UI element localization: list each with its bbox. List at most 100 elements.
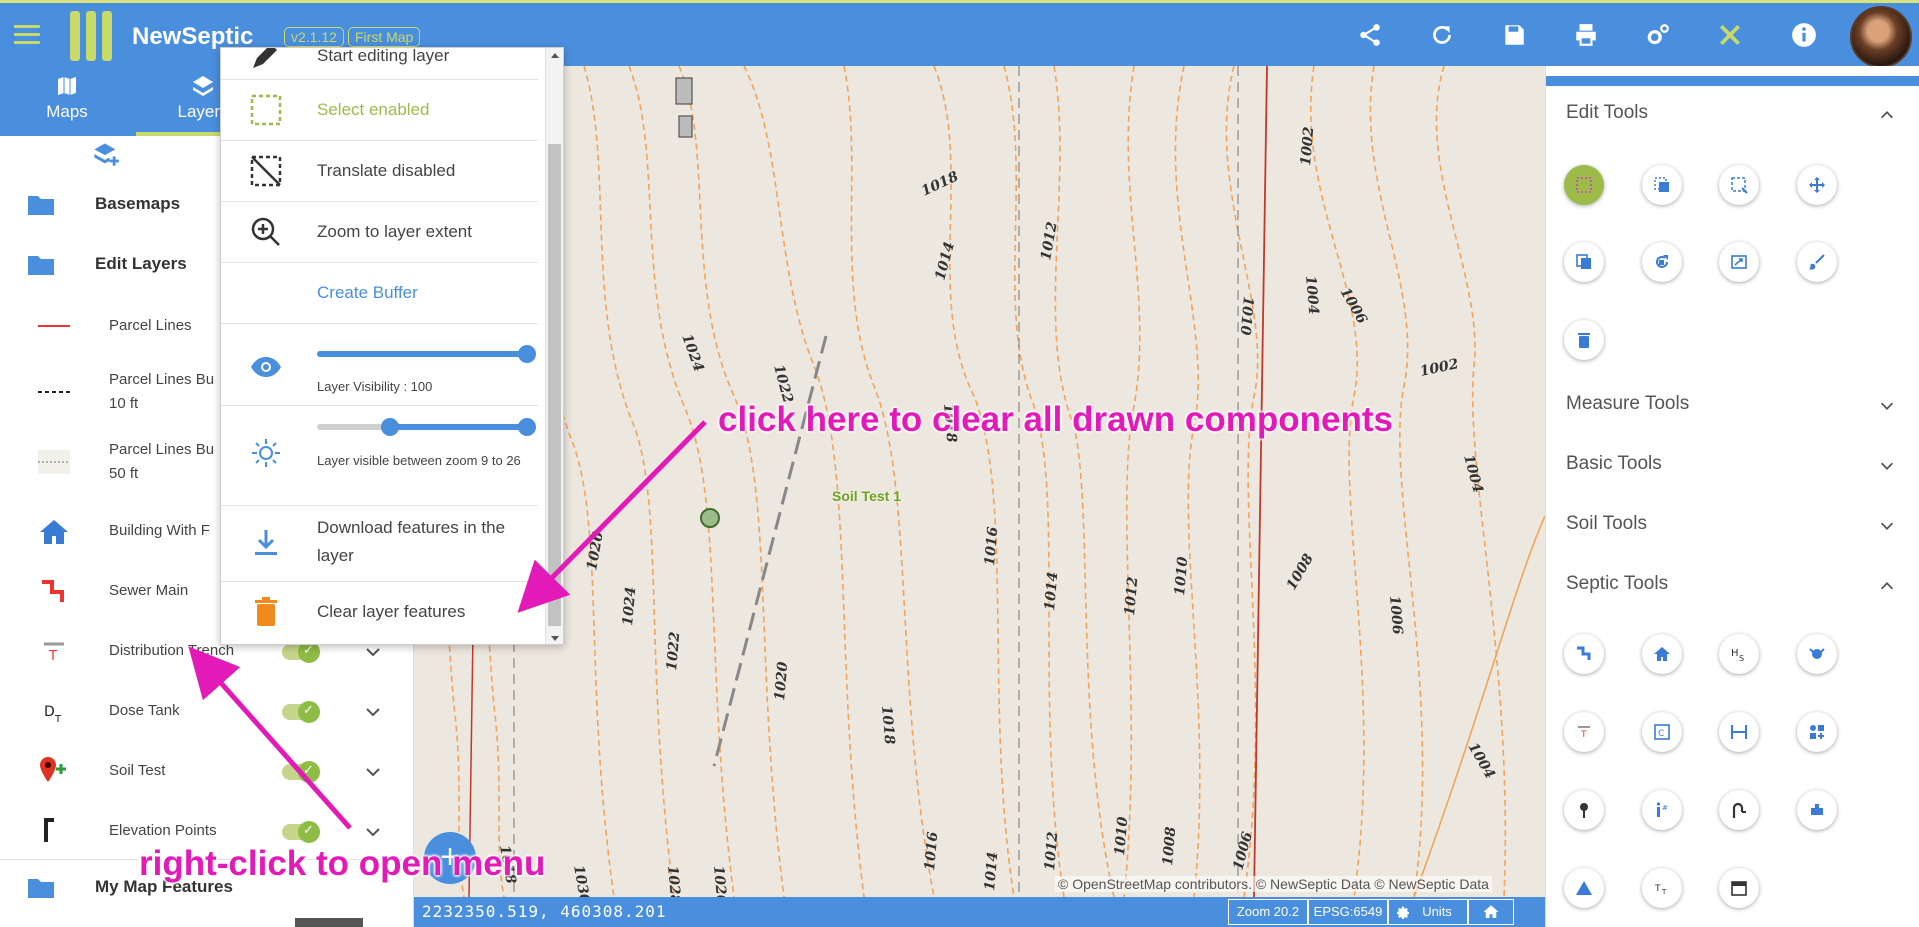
- section-measure-tools[interactable]: Measure Tools: [1566, 393, 1906, 423]
- tools-icon[interactable]: [1714, 19, 1746, 51]
- epsg-code[interactable]: EPSG:6549: [1308, 899, 1388, 925]
- layer-label: Dose Tank: [109, 702, 180, 719]
- svg-text:T: T: [54, 714, 62, 725]
- soil-test-pin-icon: [40, 757, 66, 782]
- menu-item-start-editing[interactable]: Start editing layer: [221, 47, 538, 80]
- add-layer-icon[interactable]: [92, 140, 120, 168]
- tool-select-area[interactable]: [1719, 165, 1759, 205]
- tool-rotate[interactable]: [1642, 242, 1682, 282]
- annotation-menu-hint: right-click to open menu: [139, 844, 546, 883]
- share-icon[interactable]: [1354, 19, 1386, 51]
- svg-text:1012: 1012: [1042, 831, 1061, 871]
- tool-info-marker[interactable]: #: [1642, 790, 1682, 830]
- tool-triangle[interactable]: [1564, 868, 1604, 908]
- chevron-down-icon[interactable]: [1878, 397, 1896, 415]
- svg-text:T: T: [48, 649, 57, 664]
- tool-paint[interactable]: [1797, 242, 1837, 282]
- menu-scroll-thumb[interactable]: [548, 144, 561, 626]
- zoom-range-min-thumb[interactable]: [380, 418, 399, 436]
- tool-pipe-bend[interactable]: [1719, 790, 1759, 830]
- svg-text:1008: 1008: [1160, 826, 1179, 866]
- chevron-down-icon[interactable]: [363, 702, 383, 722]
- units-button[interactable]: Units: [1388, 899, 1468, 925]
- info-icon[interactable]: [1788, 19, 1820, 51]
- menu-item-download[interactable]: Download features in the layer: [221, 506, 538, 582]
- menu-item-select[interactable]: Select enabled: [221, 80, 538, 141]
- user-avatar[interactable]: [1850, 6, 1912, 68]
- section-soil-tools[interactable]: Soil Tools: [1566, 513, 1906, 543]
- menu-item-zoom-extent[interactable]: Zoom to layer extent: [221, 202, 538, 263]
- chevron-up-icon[interactable]: [1878, 577, 1896, 595]
- tool-tree[interactable]: [1564, 790, 1604, 830]
- tool-hs[interactable]: HS: [1719, 634, 1759, 674]
- tool-sewer[interactable]: [1564, 634, 1604, 674]
- refresh-icon[interactable]: [1426, 19, 1458, 51]
- map-name-badge[interactable]: First Map: [348, 27, 421, 47]
- pencil-icon: [253, 48, 277, 68]
- section-basic-tools[interactable]: Basic Tools: [1566, 453, 1906, 483]
- zoom-range-slider[interactable]: [317, 418, 536, 436]
- tank-icon: C: [1654, 724, 1670, 740]
- visibility-slider-thumb[interactable]: [518, 345, 536, 363]
- zoom-level[interactable]: Zoom 20.2: [1228, 899, 1308, 925]
- settings-icon[interactable]: [1642, 19, 1674, 51]
- visibility-value-label: Layer Visibility : 100: [317, 379, 433, 394]
- tool-move[interactable]: [1797, 165, 1837, 205]
- tab-maps[interactable]: Maps: [0, 66, 134, 136]
- tool-house[interactable]: [1642, 634, 1682, 674]
- scroll-up-icon[interactable]: [546, 48, 564, 62]
- menu-item-translate[interactable]: Translate disabled: [221, 141, 538, 202]
- tool-tank[interactable]: C: [1642, 712, 1682, 752]
- zoom-range-max-thumb[interactable]: [518, 418, 536, 436]
- translate-disabled-icon: [250, 155, 282, 187]
- home-button[interactable]: [1468, 899, 1514, 925]
- section-septic-tools[interactable]: Septic Tools: [1566, 573, 1906, 603]
- paint-icon: [1809, 254, 1825, 270]
- menu-item-label: Start editing layer: [317, 47, 450, 65]
- layer-label: Sewer Main: [109, 582, 189, 599]
- layer-label: Parcel Lines: [109, 317, 192, 334]
- chevron-down-icon[interactable]: [363, 762, 383, 782]
- map-canvas[interactable]: 1018 1024 1022 1014 1012 1010 1004 1002 …: [414, 66, 1545, 897]
- tool-dimension[interactable]: [1719, 712, 1759, 752]
- menu-item-clear-features[interactable]: Clear layer features: [221, 582, 538, 643]
- visibility-toggle[interactable]: [282, 641, 320, 663]
- tool-resize[interactable]: [1719, 242, 1759, 282]
- chevron-down-icon[interactable]: [363, 642, 383, 662]
- gear-icon: [1397, 906, 1409, 919]
- print-icon[interactable]: [1570, 19, 1602, 51]
- visibility-slider[interactable]: [317, 345, 536, 363]
- panel-scroll-hint[interactable]: [295, 918, 363, 927]
- tree-icon: [1580, 803, 1588, 818]
- tool-select-multi[interactable]: [1642, 165, 1682, 205]
- chevron-down-icon[interactable]: [1878, 457, 1896, 475]
- visibility-toggle[interactable]: [282, 821, 320, 843]
- tool-meter[interactable]: [1797, 790, 1837, 830]
- chevron-down-icon[interactable]: [1878, 517, 1896, 535]
- save-icon[interactable]: [1498, 19, 1530, 51]
- hamburger-menu-icon[interactable]: [14, 25, 40, 47]
- tool-calendar[interactable]: [1719, 868, 1759, 908]
- tool-pump[interactable]: [1797, 634, 1837, 674]
- chevron-down-icon[interactable]: [363, 822, 383, 842]
- chevron-up-icon[interactable]: [1878, 106, 1896, 124]
- folder-icon: [28, 256, 54, 275]
- tool-trench[interactable]: T: [1564, 712, 1604, 752]
- section-edit-tools[interactable]: Edit Tools: [1566, 102, 1906, 132]
- visibility-toggle[interactable]: [282, 761, 320, 783]
- tool-delete[interactable]: [1564, 320, 1604, 360]
- menu-item-create-buffer[interactable]: Create Buffer: [221, 263, 538, 324]
- tool-text[interactable]: TT: [1642, 868, 1682, 908]
- layer-row-soil-test[interactable]: Soil Test: [0, 746, 414, 798]
- dashed-line-icon: [38, 391, 70, 393]
- scroll-down-icon[interactable]: [546, 632, 564, 645]
- move-icon: [1809, 177, 1825, 193]
- tool-add-shape[interactable]: [1797, 712, 1837, 752]
- layer-row-dose-tank[interactable]: DT Dose Tank: [0, 686, 414, 738]
- panel-header-strip: [1546, 76, 1919, 86]
- copy-icon: [1576, 254, 1591, 269]
- visibility-toggle[interactable]: [282, 701, 320, 723]
- svg-text:T: T: [1654, 884, 1661, 894]
- tool-select-box[interactable]: [1564, 165, 1604, 205]
- tool-copy[interactable]: [1564, 242, 1604, 282]
